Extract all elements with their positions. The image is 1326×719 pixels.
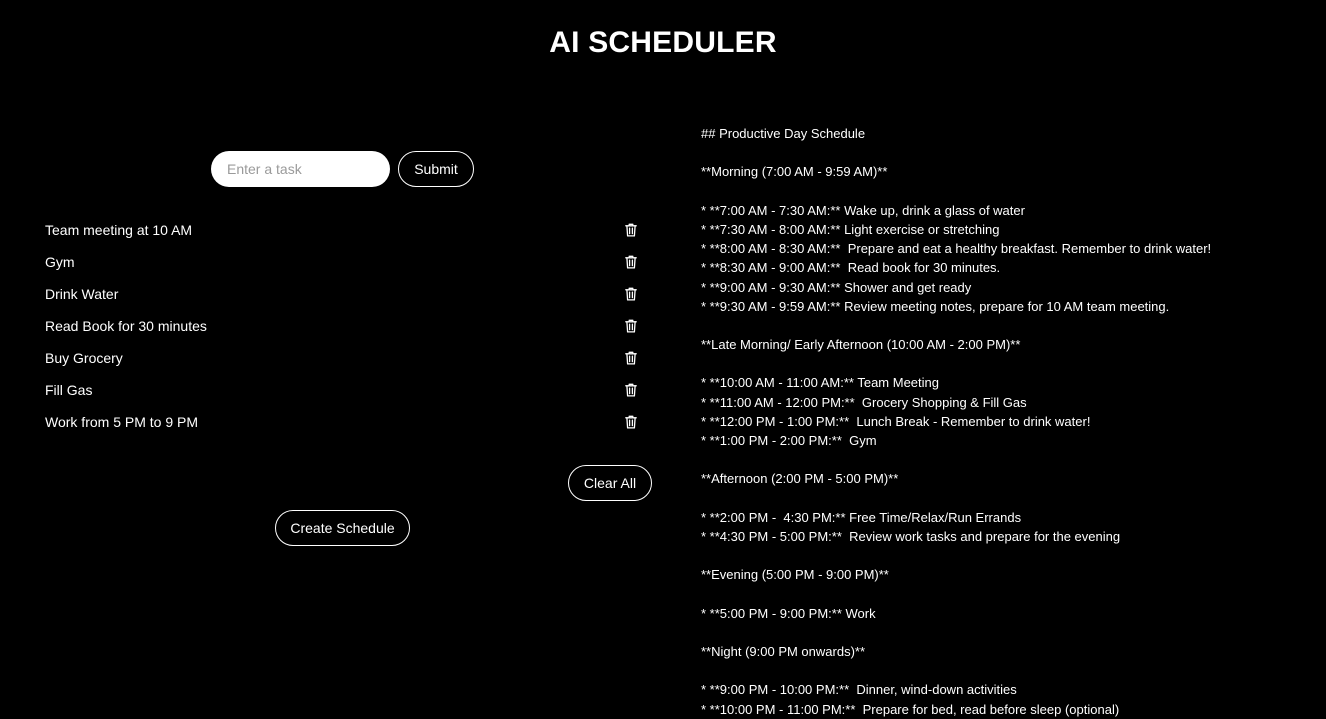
task-label: Team meeting at 10 AM <box>45 222 193 238</box>
schedule-output: ## Productive Day Schedule **Morning (7:0… <box>701 124 1311 719</box>
schedule-line: * **11:00 AM - 12:00 PM:** Grocery Shopp… <box>701 394 1027 410</box>
schedule-line: * **10:00 AM - 11:00 AM:** Team Meeting <box>701 375 939 391</box>
task-label: Buy Grocery <box>45 350 123 366</box>
schedule-line <box>701 585 1311 604</box>
trash-icon[interactable] <box>623 414 639 430</box>
schedule-line <box>701 546 1311 565</box>
task-label: Fill Gas <box>45 382 93 398</box>
schedule-line <box>701 623 1311 642</box>
schedule-line: ## Productive Day Schedule <box>701 126 866 141</box>
trash-icon[interactable] <box>623 382 639 398</box>
task-label: Read Book for 30 minutes <box>45 318 207 334</box>
schedule-line: * **9:30 AM - 9:59 AM:** Review meeting … <box>701 298 1170 314</box>
trash-icon[interactable] <box>623 286 639 302</box>
task-panel: Submit Team meeting at 10 AM Gym Drink Wat… <box>0 0 680 718</box>
create-schedule-button[interactable]: Create Schedule <box>275 510 410 546</box>
schedule-line: **Night (9:00 PM onwards)** <box>701 644 866 660</box>
schedule-line: * **9:00 AM - 9:30 AM:** Shower and get … <box>701 279 972 295</box>
task-item: Work from 5 PM to 9 PM <box>45 406 645 438</box>
schedule-line <box>701 182 1311 201</box>
trash-icon[interactable] <box>623 350 639 366</box>
schedule-line: * **5:00 PM - 9:00 PM:** Work <box>701 605 876 621</box>
schedule-line: * **2:00 PM - 4:30 PM:** Free Time/Relax… <box>701 509 1022 525</box>
schedule-line: * **8:00 AM - 8:30 AM:** Prepare and eat… <box>701 241 1212 257</box>
task-item: Gym <box>45 246 645 278</box>
schedule-line: **Late Morning/ Early Afternoon (10:00 A… <box>701 337 1021 353</box>
task-item: Buy Grocery <box>45 342 645 374</box>
submit-button[interactable]: Submit <box>398 151 474 187</box>
schedule-line: * **10:00 PM - 11:00 PM:** Prepare for b… <box>701 701 1120 717</box>
schedule-line: **Evening (5:00 PM - 9:00 PM)** <box>701 567 889 583</box>
task-item: Read Book for 30 minutes <box>45 310 645 342</box>
clear-all-button[interactable]: Clear All <box>568 465 652 501</box>
task-input[interactable] <box>211 151 390 187</box>
schedule-line <box>701 489 1311 508</box>
task-item: Fill Gas <box>45 374 645 406</box>
task-label: Gym <box>45 254 75 270</box>
task-label: Drink Water <box>45 286 119 302</box>
schedule-line <box>701 316 1311 335</box>
schedule-line: * **7:30 AM - 8:00 AM:** Light exercise … <box>701 221 1000 237</box>
schedule-line <box>701 354 1311 373</box>
schedule-line: * **8:30 AM - 9:00 AM:** Read book for 3… <box>701 260 1001 276</box>
schedule-line: * **7:00 AM - 7:30 AM:** Wake up, drink … <box>701 202 1025 218</box>
task-item: Drink Water <box>45 278 645 310</box>
task-form: Submit <box>211 151 474 187</box>
task-label: Work from 5 PM to 9 PM <box>45 414 198 430</box>
schedule-line <box>701 143 1311 162</box>
schedule-line: **Afternoon (2:00 PM - 5:00 PM)** <box>701 471 899 487</box>
trash-icon[interactable] <box>623 254 639 270</box>
task-list: Team meeting at 10 AM Gym Drink Water Read … <box>45 214 645 438</box>
trash-icon[interactable] <box>623 222 639 238</box>
schedule-line: **Morning (7:00 AM - 9:59 AM)** <box>701 164 888 180</box>
schedule-line: * **4:30 PM - 5:00 PM:** Review work tas… <box>701 528 1121 544</box>
schedule-line: * **9:00 PM - 10:00 PM:** Dinner, wind-d… <box>701 682 1017 698</box>
schedule-line: * **1:00 PM - 2:00 PM:** Gym <box>701 433 877 448</box>
schedule-line <box>701 450 1311 469</box>
task-item: Team meeting at 10 AM <box>45 214 645 246</box>
schedule-line <box>701 661 1311 680</box>
schedule-line: * **12:00 PM - 1:00 PM:** Lunch Break - … <box>701 413 1091 429</box>
trash-icon[interactable] <box>623 318 639 334</box>
